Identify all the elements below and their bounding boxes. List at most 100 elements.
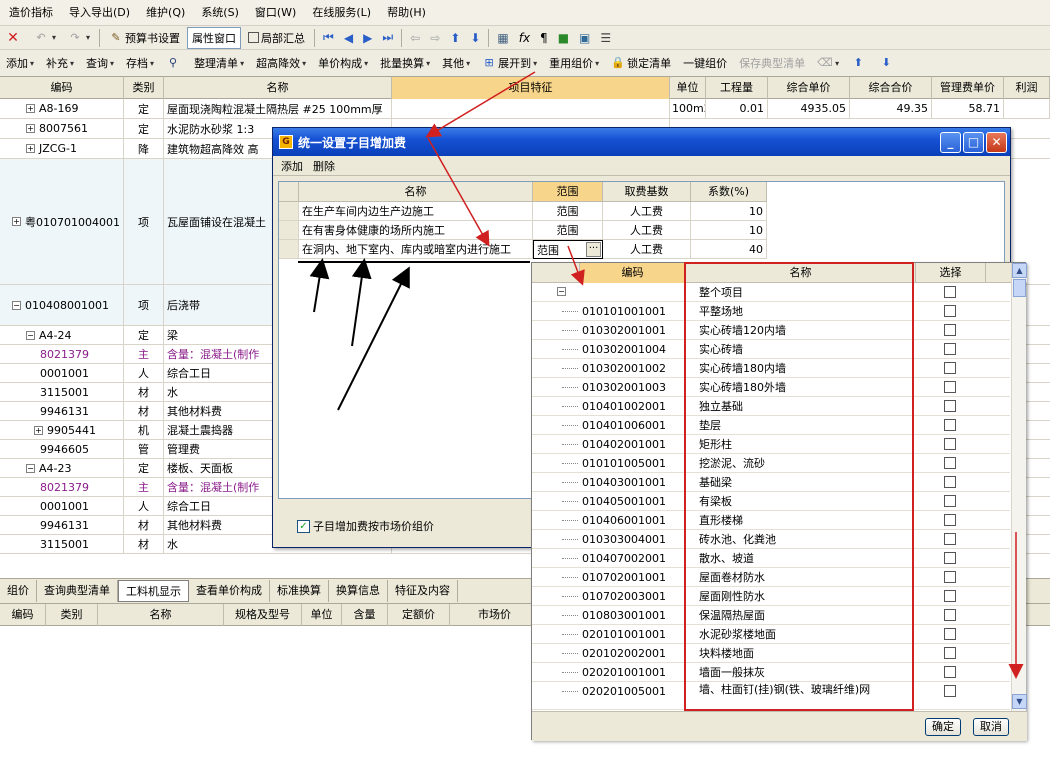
select-checkbox[interactable] <box>944 343 956 355</box>
menu-cost-index[interactable]: 造价指标 <box>0 0 60 25</box>
delete-button[interactable]: ✕ <box>1 27 27 49</box>
list-icon[interactable]: ☰ <box>595 31 616 45</box>
select-checkbox[interactable] <box>944 457 956 469</box>
col-code[interactable]: 编码 <box>0 77 124 99</box>
next-record-icon[interactable]: ▶ <box>358 31 377 45</box>
bcol-market-price[interactable]: 市场价 <box>450 604 540 626</box>
last-record-icon[interactable]: ⏭ <box>377 30 398 45</box>
store-menu-button[interactable]: 存档 ▾ <box>121 52 159 74</box>
select-checkbox[interactable] <box>944 514 956 526</box>
tab-pricing[interactable]: 组价 <box>0 580 37 602</box>
collapse-icon[interactable]: − <box>12 300 21 310</box>
list-item[interactable]: 020101001001 水泥砂浆楼地面 <box>532 625 1010 644</box>
col-unit-price[interactable]: 综合单价 <box>768 77 850 99</box>
move-up-icon[interactable]: ⬆ <box>445 31 465 45</box>
scroll-thumb[interactable] <box>1013 279 1026 297</box>
tab-unit-price-comp[interactable]: 查看单价构成 <box>189 580 270 602</box>
move-right-icon[interactable]: ⇨ <box>425 31 445 45</box>
scope-combo[interactable]: 范围 ··· <box>533 240 603 259</box>
list-item[interactable]: 010302001002 实心砖墙180内墙 <box>532 359 1010 378</box>
list-item[interactable]: 010803001001 保温隔热屋面 <box>532 606 1010 625</box>
minimize-icon[interactable]: _ <box>940 132 961 153</box>
table-row[interactable]: +A8-169 定 屋面现浇陶粒混凝土隔热层 #25 100mm厚 100m2 … <box>0 99 1050 119</box>
reuse-price-button[interactable]: 重用组价 ▾ <box>544 52 604 74</box>
menu-window[interactable]: 窗口(W) <box>246 0 303 25</box>
list-item-root[interactable]: − 整个项目 <box>532 283 1010 302</box>
select-checkbox[interactable] <box>944 552 956 564</box>
eraser-icon[interactable]: ⌫ ▾ <box>812 52 844 74</box>
select-checkbox[interactable] <box>944 533 956 545</box>
list-item[interactable]: 010401006001 垫层 <box>532 416 1010 435</box>
supplement-menu-button[interactable]: 补充 ▾ <box>41 52 79 74</box>
list-item[interactable]: 010405001001 有梁板 <box>532 492 1010 511</box>
paragraph-icon[interactable]: ¶ <box>535 31 553 45</box>
dcol-coef[interactable]: 系数(%) <box>691 182 767 202</box>
bcol-spec[interactable]: 规格及型号 <box>224 604 302 626</box>
formula-icon[interactable]: fx <box>514 31 535 45</box>
menu-online-service[interactable]: 在线服务(L) <box>303 0 378 25</box>
move-left-icon[interactable]: ⇦ <box>405 31 425 45</box>
col-qty[interactable]: 工程量 <box>706 77 768 99</box>
prev-record-icon[interactable]: ◀ <box>339 31 358 45</box>
local-summary-toggle[interactable]: 局部汇总 <box>243 27 310 49</box>
menu-help[interactable]: 帮助(H) <box>378 0 433 25</box>
list-item[interactable]: 010302001004 实心砖墙 <box>532 340 1010 359</box>
select-checkbox[interactable] <box>944 438 956 450</box>
expand-icon[interactable]: + <box>12 217 21 226</box>
list-item[interactable]: 010702001001 屋面卷材防水 <box>532 568 1010 587</box>
dcol-name[interactable]: 名称 <box>299 182 533 202</box>
collapse-icon[interactable]: − <box>26 330 35 340</box>
list-item[interactable]: 010403001001 基础梁 <box>532 473 1010 492</box>
move-down-icon[interactable]: ⬇ <box>465 31 485 45</box>
organize-list-button[interactable]: 整理清单 ▾ <box>189 52 249 74</box>
select-checkbox[interactable] <box>944 381 956 393</box>
bcol-name[interactable]: 名称 <box>98 604 224 626</box>
list-item[interactable]: 010101001001 平整场地 <box>532 302 1010 321</box>
maximize-icon[interactable]: □ <box>963 132 984 153</box>
bcol-unit[interactable]: 单位 <box>302 604 342 626</box>
book-icon[interactable]: ■ <box>553 31 574 45</box>
image-icon[interactable]: ▣ <box>574 31 595 45</box>
collapse-icon[interactable]: − <box>26 463 35 473</box>
surcharge-row[interactable]: 在洞内、地下室内、库内或暗室内进行施工 范围 ··· 人工费 40 <box>279 240 1006 259</box>
list-item[interactable]: 010303004001 砖水池、化粪池 <box>532 530 1010 549</box>
redo-button[interactable]: ↷ ▾ <box>63 27 95 49</box>
expand-icon[interactable]: + <box>26 104 35 113</box>
surcharge-row[interactable]: 在生产车间内边生产边施工 范围 人工费 10 <box>279 202 1006 221</box>
tab-standard-convert[interactable]: 标准换算 <box>270 580 329 602</box>
col-unit[interactable]: 单位 <box>670 77 706 99</box>
scroll-up-icon[interactable]: ▲ <box>1012 263 1027 278</box>
select-checkbox[interactable] <box>944 324 956 336</box>
ddcol-name[interactable]: 名称 <box>686 263 916 283</box>
select-checkbox[interactable] <box>944 666 956 678</box>
select-checkbox[interactable] <box>944 362 956 374</box>
select-checkbox[interactable] <box>944 495 956 507</box>
dcol-scope[interactable]: 范围 <box>533 182 603 202</box>
surcharge-row[interactable]: 在有害身体健康的场所内施工 范围 人工费 10 <box>279 221 1006 240</box>
tab-convert-info[interactable]: 换算信息 <box>329 580 388 602</box>
dialog-delete-button[interactable]: 删除 <box>313 158 335 174</box>
move-up-row-icon[interactable]: ⬆ <box>846 52 872 74</box>
menu-import-export[interactable]: 导入导出(D) <box>60 0 137 25</box>
lock-list-button[interactable]: 🔒 锁定清单 <box>606 52 676 74</box>
cancel-button[interactable]: 取消 <box>973 718 1009 736</box>
list-item[interactable]: 020102002001 块料楼地面 <box>532 644 1010 663</box>
checkbox-checked-icon[interactable]: ✓ <box>297 519 310 533</box>
expand-icon[interactable]: + <box>26 144 35 153</box>
ellipsis-icon[interactable]: ··· <box>586 242 601 257</box>
list-item[interactable]: 010402001001 矩形柱 <box>532 435 1010 454</box>
calculator-icon[interactable]: ▦ <box>492 31 513 45</box>
other-menu-button[interactable]: 其他 ▾ <box>437 52 475 74</box>
menu-system[interactable]: 系统(S) <box>192 0 246 25</box>
collapse-icon[interactable]: − <box>557 287 566 296</box>
tab-labor-material-machine[interactable]: 工料机显示 <box>118 580 189 602</box>
expand-icon[interactable]: + <box>34 425 43 435</box>
list-item[interactable]: 010302001001 实心砖墙120内墙 <box>532 321 1010 340</box>
binoculars-icon[interactable]: ⚲ <box>161 52 187 74</box>
list-item[interactable]: 020201005001 墙、柱面钉(挂)钢(铁、玻璃纤维)网 <box>532 682 1010 710</box>
select-checkbox[interactable] <box>944 571 956 583</box>
budget-settings-button[interactable]: ✎ 预算书设置 <box>104 27 185 49</box>
bcol-content[interactable]: 含量 <box>342 604 388 626</box>
list-item[interactable]: 010406001001 直形楼梯 <box>532 511 1010 530</box>
expand-to-button[interactable]: ⊞ 展开到 ▾ <box>477 52 542 74</box>
